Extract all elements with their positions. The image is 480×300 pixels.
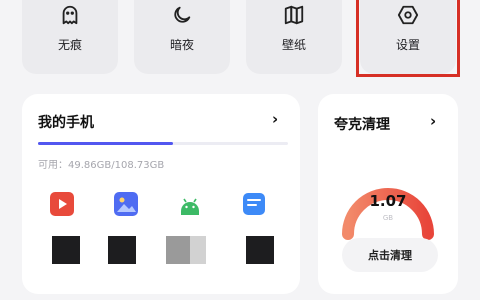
book-icon xyxy=(281,2,307,28)
android-app-icon[interactable] xyxy=(170,186,210,222)
video-app-icon[interactable] xyxy=(42,186,82,222)
ghost-icon xyxy=(57,2,83,28)
toolbar-item-label: 暗夜 xyxy=(169,38,194,52)
toolbar-item-label: 壁纸 xyxy=(281,38,306,52)
quark-clean-card[interactable]: 夸克清理 › 1.07 GB 点击清理 xyxy=(318,94,458,294)
clean-button[interactable]: 点击清理 xyxy=(342,238,438,272)
chevron-right-icon[interactable]: › xyxy=(430,112,436,130)
toolbar-item-dark-mode[interactable]: 暗夜 xyxy=(134,0,230,74)
storage-progress-bar xyxy=(38,142,288,145)
moon-icon xyxy=(169,2,195,28)
gauge-unit: GB xyxy=(383,214,393,222)
my-phone-card[interactable]: 我的手机 › 可用：49.86GB/108.73GB xyxy=(22,94,300,294)
app-thumbnail xyxy=(166,236,206,264)
toolbar-item-incognito[interactable]: 无痕 xyxy=(22,0,118,74)
toolbar-item-wallpaper[interactable]: 壁纸 xyxy=(246,0,342,74)
phone-card-title: 我的手机 xyxy=(38,115,94,131)
toolbar-item-label: 无痕 xyxy=(57,38,82,52)
highlight-box xyxy=(356,0,460,77)
app-thumbnail xyxy=(246,236,274,264)
files-app-icon[interactable] xyxy=(234,186,274,222)
app-thumbnail xyxy=(52,236,80,264)
gauge-value: 1.07 xyxy=(369,192,406,210)
chevron-right-icon[interactable]: › xyxy=(272,110,278,128)
storage-text: 可用：49.86GB/108.73GB xyxy=(38,160,165,171)
storage-progress-fill xyxy=(38,142,173,145)
clean-card-title: 夸克清理 xyxy=(334,117,390,133)
app-thumbnail xyxy=(108,236,136,264)
gallery-app-icon[interactable] xyxy=(106,186,146,222)
